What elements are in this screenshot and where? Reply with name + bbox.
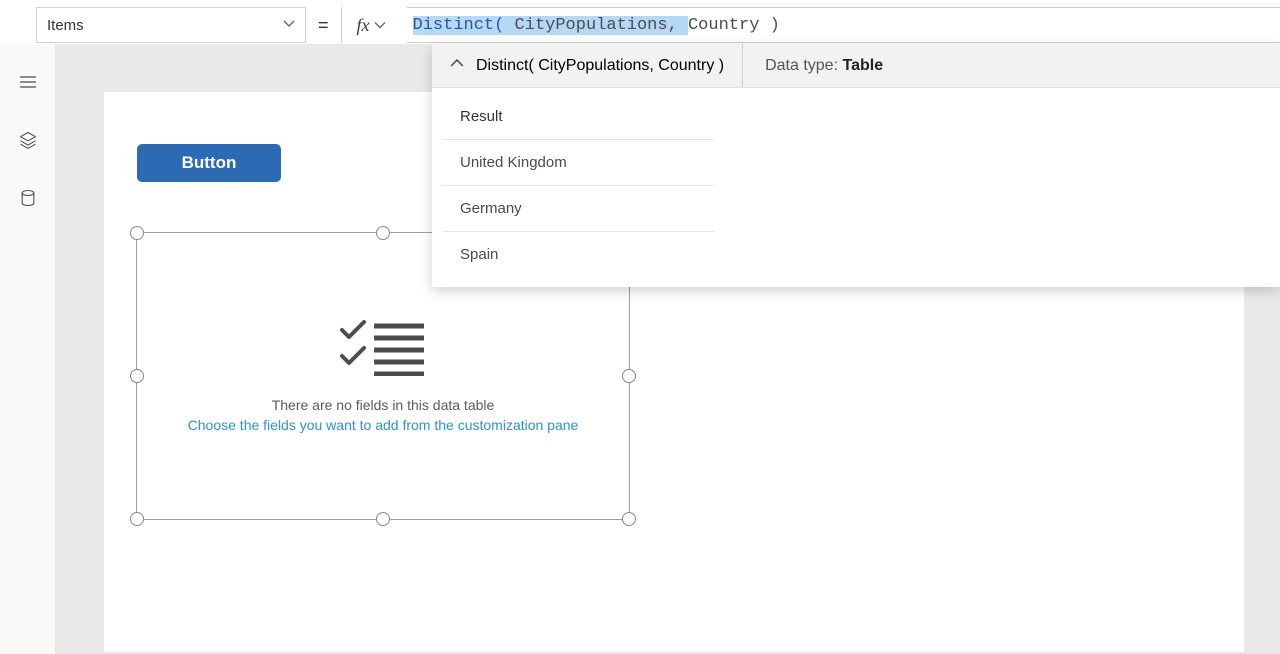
property-selector[interactable]: Items [36,7,306,43]
fx-button[interactable]: fx [341,7,401,43]
formula-token: ) [770,16,780,35]
formula-token: Distinct( [413,16,515,35]
placeholder-line2[interactable]: Choose the fields you want to add from t… [188,417,579,433]
left-rail [0,44,56,654]
intellisense-header: Distinct( CityPopulations, Country ) Dat… [432,44,1280,88]
button-label: Button [182,153,237,173]
equals-label: = [312,15,335,36]
chevron-down-icon [374,19,386,31]
layers-icon[interactable] [16,128,40,152]
button-control[interactable]: Button [137,144,281,182]
chevron-down-icon [283,17,295,34]
checklist-icon [340,320,426,381]
formula-token: Country [688,16,770,35]
datatype-label: Data type: [765,57,838,74]
intellisense-expression: Distinct( CityPopulations, Country ) [476,57,724,75]
formula-intellisense: Distinct( CityPopulations, Country ) Dat… [432,44,1280,287]
data-icon[interactable] [16,186,40,210]
result-row[interactable]: Spain [442,232,714,277]
hamburger-icon[interactable] [16,70,40,94]
intellisense-result-column: Result United KingdomGermanySpain [442,94,714,277]
datatype-value: Table [842,57,883,74]
chevron-up-icon[interactable] [450,56,464,75]
placeholder-line1: There are no fields in this data table [272,397,495,413]
formula-token: CityPopulations [515,16,668,35]
result-header: Result [442,94,714,140]
fx-icon: fx [357,15,370,36]
property-selector-value: Items [47,17,84,34]
formula-token: , [668,16,688,35]
result-row[interactable]: Germany [442,186,714,232]
formula-input[interactable]: Distinct( CityPopulations, Country ) [407,7,1280,43]
result-row[interactable]: United Kingdom [442,140,714,186]
